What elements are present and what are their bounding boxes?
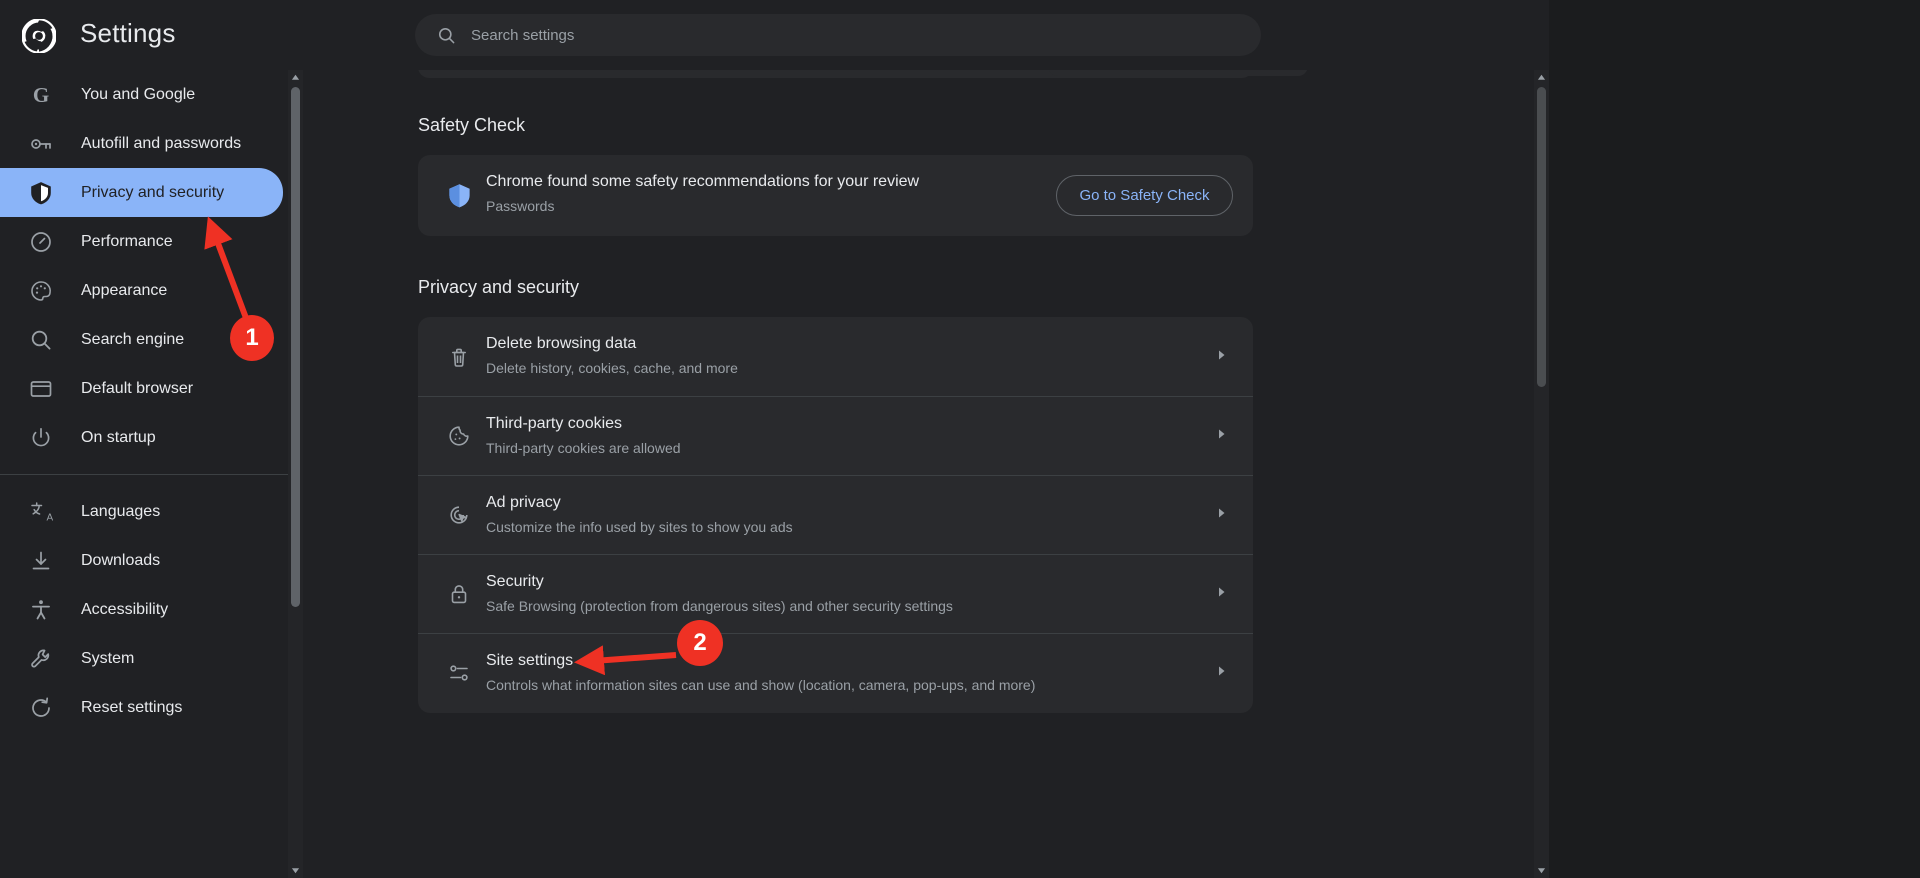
- sidebar-item-privacy-and-security[interactable]: Privacy and security: [0, 168, 283, 217]
- svg-text:G: G: [32, 83, 48, 107]
- palette-icon: [28, 278, 53, 303]
- privacy-settings-card: Delete browsing data Delete history, coo…: [418, 317, 1253, 713]
- sidebar-scrollbar[interactable]: [288, 70, 303, 878]
- row-subtitle: Third-party cookies are allowed: [486, 440, 681, 456]
- wrench-icon: [28, 646, 53, 671]
- content-scrollbar-thumb[interactable]: [1537, 87, 1546, 387]
- chevron-right-icon: [1215, 585, 1227, 603]
- row-title: Delete browsing data: [486, 335, 637, 352]
- row-subtitle: Delete history, cookies, cache, and more: [486, 360, 738, 376]
- row-subtitle: Controls what information sites can use …: [486, 677, 1036, 693]
- chrome-logo-icon: [21, 18, 57, 54]
- window-right-padding: [1549, 0, 1920, 878]
- search-box[interactable]: [415, 14, 1261, 56]
- download-icon: [28, 548, 53, 573]
- privacy-and-security-heading: Privacy and security: [418, 277, 580, 297]
- sidebar-item-label: System: [81, 649, 135, 667]
- sidebar: G You and Google Autofill and passwords: [0, 70, 288, 878]
- settings-page: Settings G You and Google: [0, 0, 1920, 878]
- search-icon: [437, 26, 456, 45]
- sidebar-item-accessibility[interactable]: Accessibility: [0, 585, 283, 634]
- reset-icon: [28, 695, 53, 720]
- sidebar-item-label: Languages: [81, 502, 161, 520]
- scroll-down-arrow-icon[interactable]: [288, 863, 303, 878]
- chevron-right-icon: [1215, 427, 1227, 445]
- svg-text:A: A: [46, 512, 53, 523]
- sidebar-item-label: Autofill and passwords: [81, 134, 242, 152]
- row-subtitle: Safe Browsing (protection from dangerous…: [486, 598, 953, 614]
- translate-icon: A: [28, 499, 53, 524]
- chevron-right-icon: [1215, 348, 1227, 366]
- annotation-badge-2: 2: [677, 620, 723, 666]
- power-icon: [28, 425, 53, 450]
- sidebar-item-system[interactable]: System: [0, 634, 283, 683]
- trash-icon: [446, 344, 472, 370]
- sidebar-item-label: Performance: [81, 232, 173, 250]
- safety-check-subtitle: Passwords: [486, 198, 555, 214]
- sidebar-item-label: Search engine: [81, 330, 185, 348]
- scroll-up-arrow-icon[interactable]: [288, 70, 303, 85]
- sidebar-item-autofill-and-passwords[interactable]: Autofill and passwords: [0, 119, 283, 168]
- sliders-icon: [446, 660, 472, 686]
- partial-card-above-right: [1048, 70, 1308, 76]
- search-input[interactable]: [471, 26, 1171, 44]
- sidebar-item-performance[interactable]: Performance: [0, 217, 283, 266]
- shield-icon: [28, 180, 53, 205]
- go-to-safety-check-button[interactable]: Go to Safety Check: [1056, 175, 1233, 216]
- safety-check-heading: Safety Check: [418, 115, 526, 135]
- speedometer-icon: [28, 229, 53, 254]
- sidebar-item-on-startup[interactable]: On startup: [0, 413, 283, 462]
- sidebar-item-languages[interactable]: A Languages: [0, 487, 283, 536]
- sidebar-item-appearance[interactable]: Appearance: [0, 266, 283, 315]
- row-title: Third-party cookies: [486, 415, 623, 432]
- row-title: Security: [486, 573, 544, 590]
- content-scrollbar[interactable]: [1534, 70, 1549, 878]
- sidebar-item-label: Reset settings: [81, 698, 183, 716]
- sidebar-item-you-and-google[interactable]: G You and Google: [0, 70, 283, 119]
- page-title: Settings: [80, 18, 176, 48]
- row-title: Ad privacy: [486, 494, 561, 511]
- sidebar-item-default-browser[interactable]: Default browser: [0, 364, 283, 413]
- chevron-right-icon: [1215, 506, 1227, 524]
- chevron-right-icon: [1215, 664, 1227, 682]
- google-g-icon: G: [28, 82, 53, 107]
- shield-blue-icon: [446, 182, 473, 209]
- sidebar-scrollbar-thumb[interactable]: [291, 87, 300, 607]
- main-content: Safety Check Chrome found some safety re…: [303, 70, 1549, 878]
- sidebar-item-label: Accessibility: [81, 600, 169, 618]
- row-subtitle: Customize the info used by sites to show…: [486, 519, 793, 535]
- sidebar-item-label: Downloads: [81, 551, 161, 569]
- row-delete-browsing-data[interactable]: Delete browsing data Delete history, coo…: [418, 317, 1253, 396]
- lock-icon: [446, 581, 472, 607]
- magnifier-icon: [28, 327, 53, 352]
- sidebar-item-label: Default browser: [81, 379, 194, 397]
- row-site-settings[interactable]: Site settings Controls what information …: [418, 633, 1253, 712]
- row-title: Site settings: [486, 652, 574, 669]
- safety-check-title: Chrome found some safety recommendations…: [486, 173, 920, 190]
- safety-check-card: Chrome found some safety recommendations…: [418, 155, 1253, 236]
- sidebar-item-reset-settings[interactable]: Reset settings: [0, 683, 283, 732]
- annotation-badge-1: 1: [230, 315, 274, 361]
- browser-window-icon: [28, 376, 53, 401]
- cookie-icon: [446, 423, 472, 449]
- scroll-up-arrow-icon[interactable]: [1534, 70, 1549, 85]
- ad-target-icon: [446, 502, 472, 528]
- sidebar-item-label: On startup: [81, 428, 156, 446]
- row-security[interactable]: Security Safe Browsing (protection from …: [418, 554, 1253, 633]
- accessibility-icon: [28, 597, 53, 622]
- top-bar: Settings: [0, 0, 1566, 70]
- sidebar-divider: [0, 474, 288, 475]
- row-third-party-cookies[interactable]: Third-party cookies Third-party cookies …: [418, 396, 1253, 475]
- key-icon: [28, 131, 53, 156]
- sidebar-item-label: Privacy and security: [81, 183, 225, 201]
- sidebar-item-label: You and Google: [81, 85, 196, 103]
- sidebar-item-label: Appearance: [81, 281, 168, 299]
- row-ad-privacy[interactable]: Ad privacy Customize the info used by si…: [418, 475, 1253, 554]
- sidebar-item-downloads[interactable]: Downloads: [0, 536, 283, 585]
- scroll-down-arrow-icon[interactable]: [1534, 863, 1549, 878]
